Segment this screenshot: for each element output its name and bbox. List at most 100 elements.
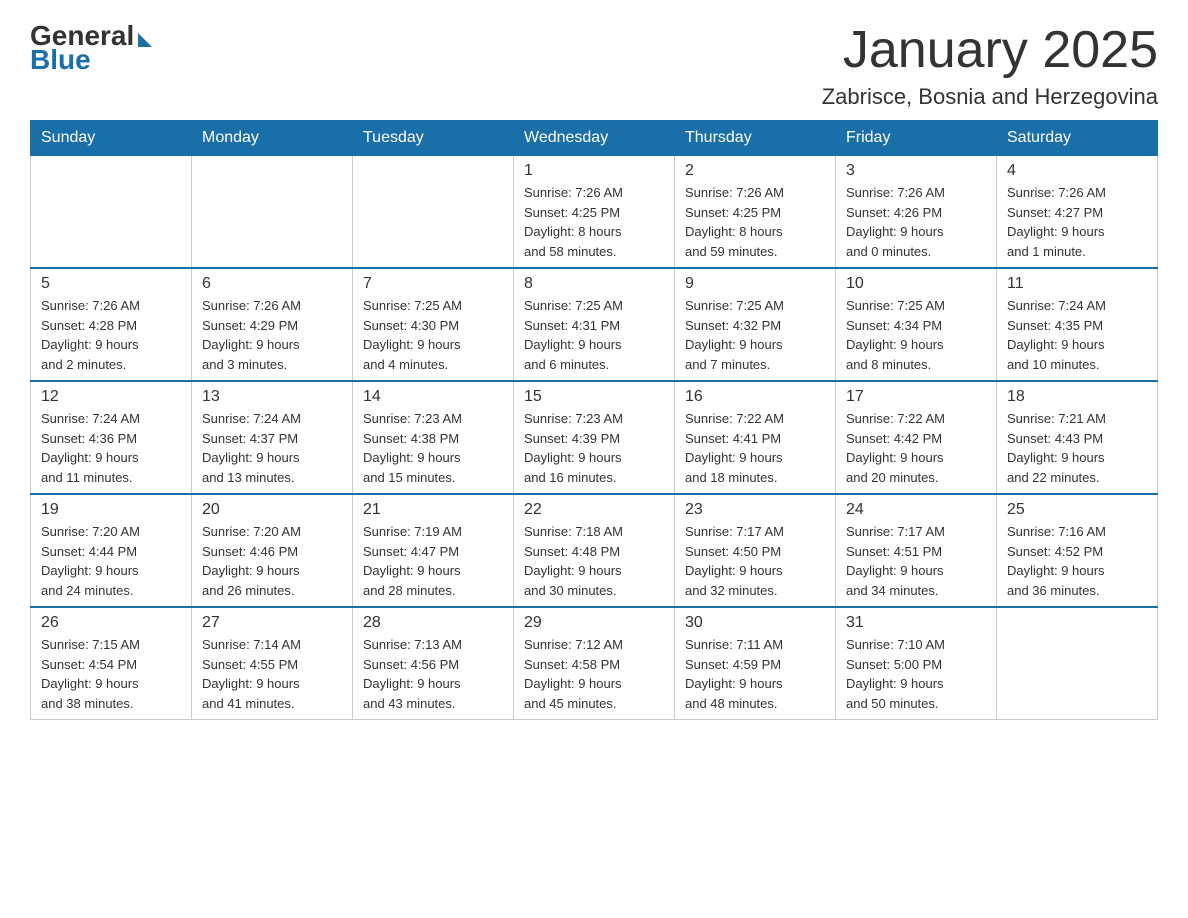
day-info: Sunrise: 7:15 AM Sunset: 4:54 PM Dayligh… xyxy=(41,635,181,713)
day-number: 31 xyxy=(846,614,986,632)
day-info: Sunrise: 7:26 AM Sunset: 4:25 PM Dayligh… xyxy=(524,183,664,261)
calendar-cell xyxy=(31,156,192,269)
day-info: Sunrise: 7:21 AM Sunset: 4:43 PM Dayligh… xyxy=(1007,409,1147,487)
calendar-cell xyxy=(353,156,514,269)
page-header: General Blue January 2025 Zabrisce, Bosn… xyxy=(30,20,1158,110)
day-number: 2 xyxy=(685,162,825,180)
day-info: Sunrise: 7:18 AM Sunset: 4:48 PM Dayligh… xyxy=(524,522,664,600)
calendar-header-row: SundayMondayTuesdayWednesdayThursdayFrid… xyxy=(31,121,1158,156)
calendar-cell: 26 Sunrise: 7:15 AM Sunset: 4:54 PM Dayli… xyxy=(31,607,192,720)
day-info: Sunrise: 7:24 AM Sunset: 4:35 PM Dayligh… xyxy=(1007,296,1147,374)
calendar-cell: 17 Sunrise: 7:22 AM Sunset: 4:42 PM Dayli… xyxy=(836,381,997,494)
day-info: Sunrise: 7:20 AM Sunset: 4:44 PM Dayligh… xyxy=(41,522,181,600)
day-info: Sunrise: 7:22 AM Sunset: 4:42 PM Dayligh… xyxy=(846,409,986,487)
calendar-cell: 30 Sunrise: 7:11 AM Sunset: 4:59 PM Dayli… xyxy=(675,607,836,720)
calendar-cell: 25Sunrise: 7:16 AM Sunset: 4:52 PM Dayli… xyxy=(997,494,1158,607)
day-number: 30 xyxy=(685,614,825,632)
calendar-cell: 22 Sunrise: 7:18 AM Sunset: 4:48 PM Dayli… xyxy=(514,494,675,607)
day-info: Sunrise: 7:26 AM Sunset: 4:27 PM Dayligh… xyxy=(1007,183,1147,261)
day-info: Sunrise: 7:12 AM Sunset: 4:58 PM Dayligh… xyxy=(524,635,664,713)
day-number: 16 xyxy=(685,388,825,406)
day-number: 27 xyxy=(202,614,342,632)
logo-blue-text: Blue xyxy=(30,44,91,76)
calendar-cell xyxy=(192,156,353,269)
day-number: 12 xyxy=(41,388,181,406)
day-number: 7 xyxy=(363,275,503,293)
calendar-header-tuesday: Tuesday xyxy=(353,121,514,156)
location-title: Zabrisce, Bosnia and Herzegovina xyxy=(822,84,1158,110)
calendar-cell: 28Sunrise: 7:13 AM Sunset: 4:56 PM Dayli… xyxy=(353,607,514,720)
day-info: Sunrise: 7:11 AM Sunset: 4:59 PM Dayligh… xyxy=(685,635,825,713)
day-number: 4 xyxy=(1007,162,1147,180)
calendar-cell: 13 Sunrise: 7:24 AM Sunset: 4:37 PM Dayli… xyxy=(192,381,353,494)
day-number: 29 xyxy=(524,614,664,632)
calendar-header-wednesday: Wednesday xyxy=(514,121,675,156)
day-info: Sunrise: 7:26 AM Sunset: 4:26 PM Dayligh… xyxy=(846,183,986,261)
calendar-cell: 18 Sunrise: 7:21 AM Sunset: 4:43 PM Dayli… xyxy=(997,381,1158,494)
calendar-cell: 14 Sunrise: 7:23 AM Sunset: 4:38 PM Dayli… xyxy=(353,381,514,494)
day-info: Sunrise: 7:23 AM Sunset: 4:39 PM Dayligh… xyxy=(524,409,664,487)
calendar-cell: 21 Sunrise: 7:19 AM Sunset: 4:47 PM Dayli… xyxy=(353,494,514,607)
day-info: Sunrise: 7:26 AM Sunset: 4:25 PM Dayligh… xyxy=(685,183,825,261)
calendar-week-row: 26 Sunrise: 7:15 AM Sunset: 4:54 PM Dayli… xyxy=(31,607,1158,720)
day-info: Sunrise: 7:26 AM Sunset: 4:29 PM Dayligh… xyxy=(202,296,342,374)
calendar-cell: 6 Sunrise: 7:26 AM Sunset: 4:29 PM Daylig… xyxy=(192,268,353,381)
day-info: Sunrise: 7:26 AM Sunset: 4:28 PM Dayligh… xyxy=(41,296,181,374)
title-section: January 2025 Zabrisce, Bosnia and Herzeg… xyxy=(822,20,1158,110)
day-number: 8 xyxy=(524,275,664,293)
calendar-week-row: 5 Sunrise: 7:26 AM Sunset: 4:28 PM Daylig… xyxy=(31,268,1158,381)
day-info: Sunrise: 7:17 AM Sunset: 4:51 PM Dayligh… xyxy=(846,522,986,600)
calendar-cell: 19Sunrise: 7:20 AM Sunset: 4:44 PM Dayli… xyxy=(31,494,192,607)
calendar-cell: 11 Sunrise: 7:24 AM Sunset: 4:35 PM Dayli… xyxy=(997,268,1158,381)
day-number: 3 xyxy=(846,162,986,180)
day-number: 14 xyxy=(363,388,503,406)
calendar-cell: 1Sunrise: 7:26 AM Sunset: 4:25 PM Daylig… xyxy=(514,156,675,269)
calendar-table: SundayMondayTuesdayWednesdayThursdayFrid… xyxy=(30,120,1158,720)
calendar-cell: 20 Sunrise: 7:20 AM Sunset: 4:46 PM Dayli… xyxy=(192,494,353,607)
month-title: January 2025 xyxy=(822,20,1158,80)
day-info: Sunrise: 7:10 AM Sunset: 5:00 PM Dayligh… xyxy=(846,635,986,713)
day-number: 5 xyxy=(41,275,181,293)
calendar-cell: 3 Sunrise: 7:26 AM Sunset: 4:26 PM Daylig… xyxy=(836,156,997,269)
calendar-cell: 23Sunrise: 7:17 AM Sunset: 4:50 PM Dayli… xyxy=(675,494,836,607)
day-info: Sunrise: 7:23 AM Sunset: 4:38 PM Dayligh… xyxy=(363,409,503,487)
calendar-week-row: 19Sunrise: 7:20 AM Sunset: 4:44 PM Dayli… xyxy=(31,494,1158,607)
day-info: Sunrise: 7:25 AM Sunset: 4:34 PM Dayligh… xyxy=(846,296,986,374)
day-info: Sunrise: 7:24 AM Sunset: 4:36 PM Dayligh… xyxy=(41,409,181,487)
day-info: Sunrise: 7:19 AM Sunset: 4:47 PM Dayligh… xyxy=(363,522,503,600)
calendar-cell: 7 Sunrise: 7:25 AM Sunset: 4:30 PM Daylig… xyxy=(353,268,514,381)
calendar-header-friday: Friday xyxy=(836,121,997,156)
day-number: 22 xyxy=(524,501,664,519)
calendar-cell: 29 Sunrise: 7:12 AM Sunset: 4:58 PM Dayli… xyxy=(514,607,675,720)
day-number: 11 xyxy=(1007,275,1147,293)
day-number: 21 xyxy=(363,501,503,519)
day-number: 23 xyxy=(685,501,825,519)
calendar-header-thursday: Thursday xyxy=(675,121,836,156)
day-info: Sunrise: 7:20 AM Sunset: 4:46 PM Dayligh… xyxy=(202,522,342,600)
day-info: Sunrise: 7:22 AM Sunset: 4:41 PM Dayligh… xyxy=(685,409,825,487)
day-info: Sunrise: 7:25 AM Sunset: 4:32 PM Dayligh… xyxy=(685,296,825,374)
calendar-cell: 8Sunrise: 7:25 AM Sunset: 4:31 PM Daylig… xyxy=(514,268,675,381)
day-number: 24 xyxy=(846,501,986,519)
logo: General Blue xyxy=(30,20,152,76)
day-number: 6 xyxy=(202,275,342,293)
day-number: 13 xyxy=(202,388,342,406)
calendar-week-row: 12 Sunrise: 7:24 AM Sunset: 4:36 PM Dayli… xyxy=(31,381,1158,494)
calendar-week-row: 1Sunrise: 7:26 AM Sunset: 4:25 PM Daylig… xyxy=(31,156,1158,269)
calendar-cell: 5 Sunrise: 7:26 AM Sunset: 4:28 PM Daylig… xyxy=(31,268,192,381)
day-number: 18 xyxy=(1007,388,1147,406)
calendar-header-sunday: Sunday xyxy=(31,121,192,156)
calendar-cell: 16 Sunrise: 7:22 AM Sunset: 4:41 PM Dayli… xyxy=(675,381,836,494)
day-number: 20 xyxy=(202,501,342,519)
day-number: 17 xyxy=(846,388,986,406)
day-info: Sunrise: 7:24 AM Sunset: 4:37 PM Dayligh… xyxy=(202,409,342,487)
calendar-body: 1Sunrise: 7:26 AM Sunset: 4:25 PM Daylig… xyxy=(31,156,1158,720)
day-info: Sunrise: 7:13 AM Sunset: 4:56 PM Dayligh… xyxy=(363,635,503,713)
day-number: 15 xyxy=(524,388,664,406)
calendar-cell: 4 Sunrise: 7:26 AM Sunset: 4:27 PM Daylig… xyxy=(997,156,1158,269)
calendar-cell: 24 Sunrise: 7:17 AM Sunset: 4:51 PM Dayli… xyxy=(836,494,997,607)
day-info: Sunrise: 7:25 AM Sunset: 4:30 PM Dayligh… xyxy=(363,296,503,374)
day-number: 26 xyxy=(41,614,181,632)
logo-arrow-icon xyxy=(138,33,152,47)
day-number: 25 xyxy=(1007,501,1147,519)
